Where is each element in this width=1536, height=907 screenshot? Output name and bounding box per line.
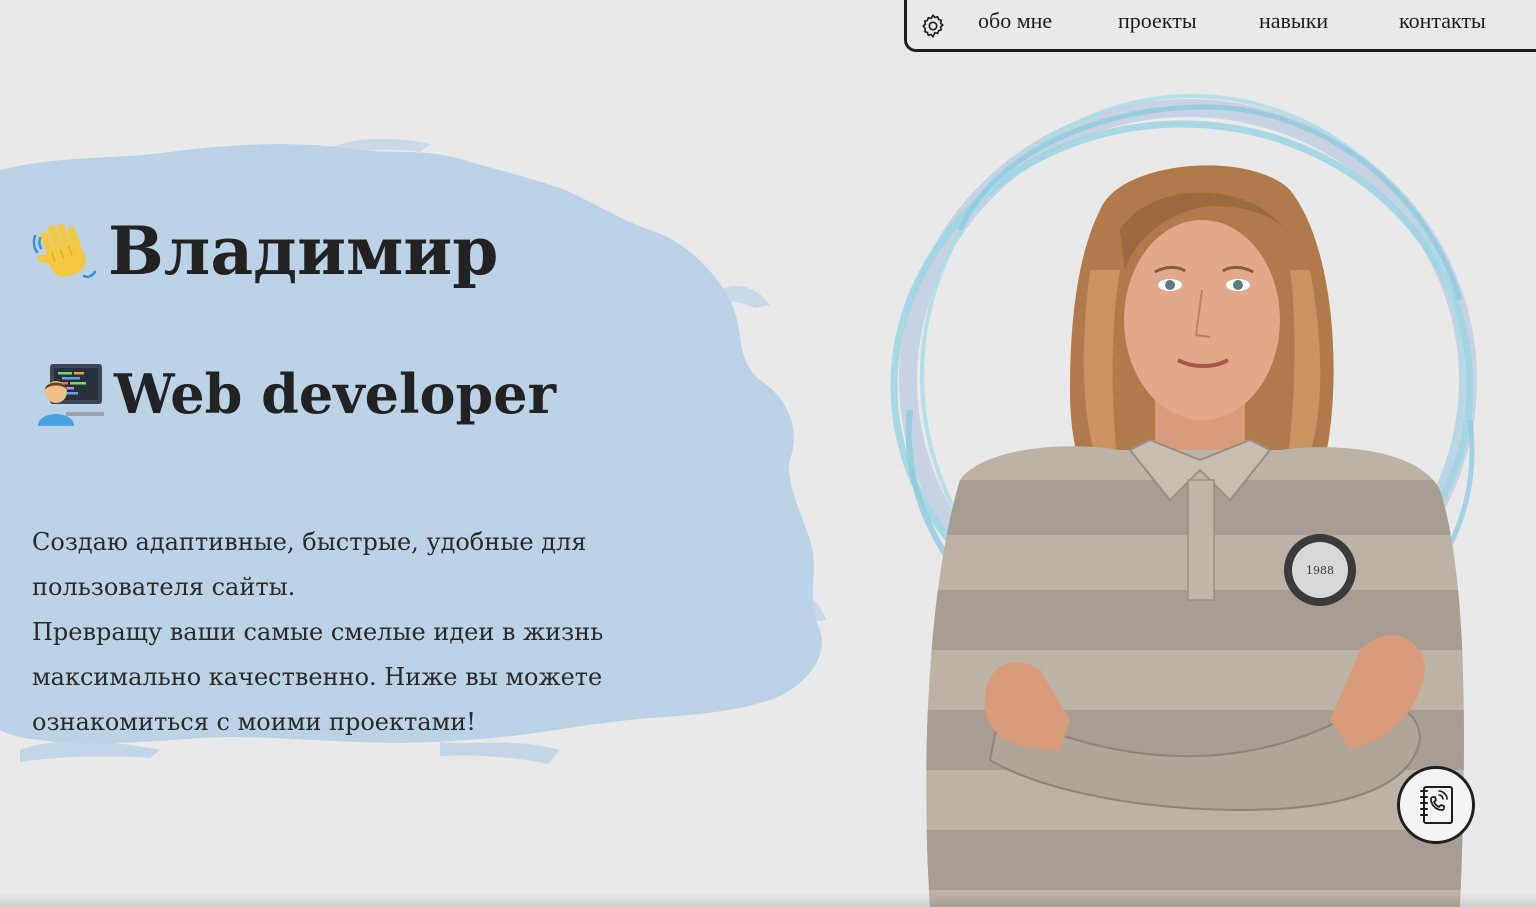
waving-hand-icon xyxy=(32,224,97,279)
about-text: Создаю адаптивные, быстрые, удобные для … xyxy=(32,520,672,745)
nav-link-contacts[interactable]: контакты xyxy=(1399,8,1486,34)
technologist-icon xyxy=(38,364,104,426)
page: обо мне проекты навыки контакты Владимир xyxy=(0,0,1536,907)
nav-link-skills[interactable]: навыки xyxy=(1259,8,1328,34)
contact-phone-button[interactable] xyxy=(1397,766,1475,844)
phone-book-icon xyxy=(1420,786,1453,824)
gear-icon[interactable] xyxy=(919,12,947,40)
role-heading: Web developer xyxy=(36,362,556,426)
bottom-edge-shadow xyxy=(0,893,1536,907)
svg-text:1988: 1988 xyxy=(1306,564,1334,577)
top-navigation: обо мне проекты навыки контакты xyxy=(904,0,1536,52)
about-line-2: Превращу ваши самые смелые идеи в жизнь … xyxy=(32,618,604,736)
developer-name: Владимир xyxy=(108,212,499,290)
portrait-photo: 1988 xyxy=(926,165,1464,907)
nav-link-about[interactable]: обо мне xyxy=(978,8,1052,34)
nav-link-projects[interactable]: проекты xyxy=(1118,8,1197,34)
about-line-1: Создаю адаптивные, быстрые, удобные для … xyxy=(32,528,587,601)
developer-role: Web developer xyxy=(114,362,557,426)
name-heading: Владимир xyxy=(32,218,498,284)
